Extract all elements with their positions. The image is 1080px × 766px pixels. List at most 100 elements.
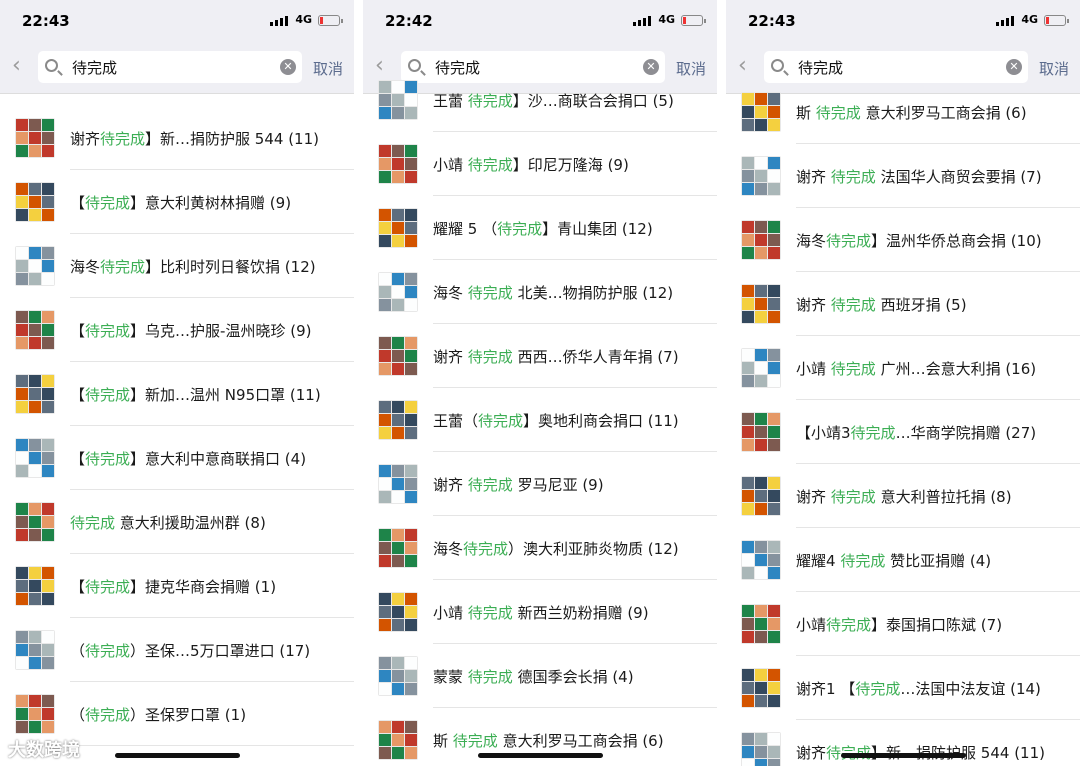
chat-title: 【待完成】意大利黄树林捐赠 (9) — [70, 192, 291, 213]
chat-title: （待完成）圣保…5万口罩进口 (17) — [70, 640, 310, 661]
chat-list-item[interactable]: 王蕾 待完成】沙…商联合会捐口 (5) — [363, 68, 717, 132]
title-text: 北美…物捐防护服 (12) — [512, 283, 674, 302]
chat-title: 斯 待完成 意大利罗马工商会捐 (6) — [433, 730, 664, 751]
title-text: 海冬 — [70, 257, 101, 276]
title-text: （ — [70, 641, 86, 660]
divider — [354, 0, 363, 766]
home-indicator — [841, 753, 966, 758]
chat-title: 小靖待完成】泰国捐口陈斌 (7) — [796, 614, 1002, 635]
title-text: 】印尼万隆海 (9) — [512, 155, 629, 174]
title-text: 海冬 — [433, 539, 464, 558]
title-text: 【 — [70, 193, 86, 212]
chat-title: 待完成 意大利援助温州群 (8) — [70, 512, 266, 533]
chat-list-item[interactable]: 谢齐 待完成 罗马尼亚 (9) — [363, 452, 717, 516]
clear-icon[interactable]: ✕ — [1006, 59, 1022, 75]
chat-list-item[interactable]: 海冬待完成）澳大利亚肺炎物质 (12) — [363, 516, 717, 580]
title-text: 广州…会意大利捐 (16) — [875, 359, 1037, 378]
back-chevron-icon[interactable]: ‹ — [738, 53, 747, 78]
group-avatar — [378, 80, 418, 120]
cancel-button[interactable]: 取消 — [313, 58, 343, 79]
keyword-highlight: 待完成 — [85, 577, 131, 596]
group-avatar — [741, 412, 781, 452]
chat-list-item[interactable]: 蒙蒙 待完成 德国季会长捐 (4) — [363, 644, 717, 708]
chat-list-item[interactable]: 【待完成】乌克…护服-温州晓珍 (9) — [0, 298, 354, 362]
title-text: 谢齐1 【 — [796, 679, 856, 698]
title-text: 斯 — [796, 103, 816, 122]
chat-list-item[interactable]: 【待完成】新加…温州 N95口罩 (11) — [0, 362, 354, 426]
title-text: 耀耀 5 （ — [433, 219, 498, 238]
keyword-highlight: 待完成 — [826, 615, 872, 634]
chat-list-item[interactable]: 谢齐 待完成 法国华人商贸会要捐 (7) — [726, 144, 1080, 208]
group-avatar — [741, 668, 781, 708]
chat-list-item[interactable]: 海冬 待完成 北美…物捐防护服 (12) — [363, 260, 717, 324]
group-avatar — [15, 694, 55, 734]
title-text: 】温州华侨总商会捐 (10) — [871, 231, 1042, 250]
status-bar: 22:42 4G — [363, 0, 717, 43]
chat-list-item[interactable]: 耀耀4 待完成 赞比亚捐赠 (4) — [726, 528, 1080, 592]
chat-list-item[interactable]: 海冬待完成】温州华侨总商会捐 (10) — [726, 208, 1080, 272]
chat-list-item[interactable]: （待完成）圣保…5万口罩进口 (17) — [0, 618, 354, 682]
group-avatar — [741, 540, 781, 580]
chat-list-item[interactable]: 海冬待完成】比利时列日餐饮捐 (12) — [0, 234, 354, 298]
chat-title: 斯 待完成 意大利罗马工商会捐 (6) — [796, 102, 1027, 123]
search-value: 待完成 — [798, 59, 844, 77]
chat-list-item[interactable]: 【待完成】意大利黄树林捐赠 (9) — [0, 170, 354, 234]
network-label: 4G — [1021, 13, 1038, 26]
chat-title: 【待完成】新加…温州 N95口罩 (11) — [70, 384, 321, 405]
cancel-button[interactable]: 取消 — [1039, 58, 1069, 79]
keyword-highlight: 待完成 — [85, 641, 131, 660]
home-indicator — [478, 753, 603, 758]
search-input[interactable]: 待完成 ✕ — [38, 51, 302, 83]
title-text: 【 — [70, 577, 86, 596]
chat-list-item[interactable]: 小靖 待完成 新西兰奶粉捐赠 (9) — [363, 580, 717, 644]
chat-list-item[interactable]: 小靖待完成】泰国捐口陈斌 (7) — [726, 592, 1080, 656]
title-text: 谢齐 — [796, 167, 831, 186]
chat-list-item[interactable]: 谢齐1 【待完成…法国中法友谊 (14) — [726, 656, 1080, 720]
chat-list-item[interactable]: 谢齐 待完成 西班牙捐 (5) — [726, 272, 1080, 336]
chat-list-item[interactable]: 【小靖3待完成…华商学院捐赠 (27) — [726, 400, 1080, 464]
search-icon — [771, 59, 784, 72]
chat-list-item[interactable]: 小靖 待完成】印尼万隆海 (9) — [363, 132, 717, 196]
chat-list-item[interactable]: 谢齐待完成】新…捐防护服 544 (11) — [726, 720, 1080, 766]
title-text: 谢齐 — [796, 743, 827, 762]
group-avatar — [378, 720, 418, 760]
home-indicator — [115, 753, 240, 758]
keyword-highlight: 待完成 — [840, 551, 886, 570]
title-text: …法国中法友谊 (14) — [900, 679, 1041, 698]
chat-title: 小靖 待完成】印尼万隆海 (9) — [433, 154, 629, 175]
title-text: 耀耀4 — [796, 551, 841, 570]
title-text: 谢齐 — [796, 487, 831, 506]
title-text: 小靖 — [433, 603, 468, 622]
chat-title: 谢齐待完成】新…捐防护服 544 (11) — [796, 742, 1045, 763]
back-chevron-icon[interactable]: ‹ — [12, 53, 21, 78]
keyword-highlight: 待完成 — [467, 667, 513, 686]
title-text: 】捷克华商会捐赠 (1) — [130, 577, 277, 596]
title-text: 蒙蒙 — [433, 667, 468, 686]
chat-list-item[interactable]: 耀耀 5 （待完成】青山集团 (12) — [363, 196, 717, 260]
chat-list-item[interactable]: 王蕾（待完成】奥地利商会捐口 (11) — [363, 388, 717, 452]
title-text: 【 — [70, 385, 86, 404]
search-input[interactable]: 待完成 ✕ — [764, 51, 1028, 83]
clear-icon[interactable]: ✕ — [280, 59, 296, 75]
chat-list-item[interactable]: 谢齐 待完成 意大利普拉托捐 (8) — [726, 464, 1080, 528]
chat-list-item[interactable]: 斯 待完成 意大利罗马工商会捐 (6) — [726, 80, 1080, 144]
chat-list-item[interactable]: 【待完成】捷克华商会捐赠 (1) — [0, 554, 354, 618]
group-avatar — [15, 374, 55, 414]
title-text: 】意大利黄树林捐赠 (9) — [130, 193, 292, 212]
signal-icon — [270, 16, 288, 26]
chat-list-item[interactable]: 谢齐待完成】新…捐防护服 544 (11) — [0, 106, 354, 170]
result-list: 谢齐待完成】新…捐防护服 544 (11) 【待完成】意大利黄树林捐赠 (9) 海冬… — [0, 106, 354, 746]
chat-list-item[interactable]: 【待完成】意大利中意商联捐口 (4) — [0, 426, 354, 490]
group-avatar — [15, 182, 55, 222]
keyword-highlight: 待完成 — [467, 603, 513, 622]
title-text: 罗马尼亚 (9) — [512, 475, 604, 494]
group-avatar — [15, 566, 55, 606]
chat-list-item[interactable]: 小靖 待完成 广州…会意大利捐 (16) — [726, 336, 1080, 400]
signal-icon — [633, 16, 651, 26]
chat-list-item[interactable]: 待完成 意大利援助温州群 (8) — [0, 490, 354, 554]
chat-list-item[interactable]: 谢齐 待完成 西西…侨华人青年捐 (7) — [363, 324, 717, 388]
group-avatar — [15, 438, 55, 478]
chat-title: 海冬待完成】比利时列日餐饮捐 (12) — [70, 256, 316, 277]
keyword-highlight: 待完成 — [100, 257, 146, 276]
title-text: 】新加…温州 N95口罩 (11) — [130, 385, 321, 404]
